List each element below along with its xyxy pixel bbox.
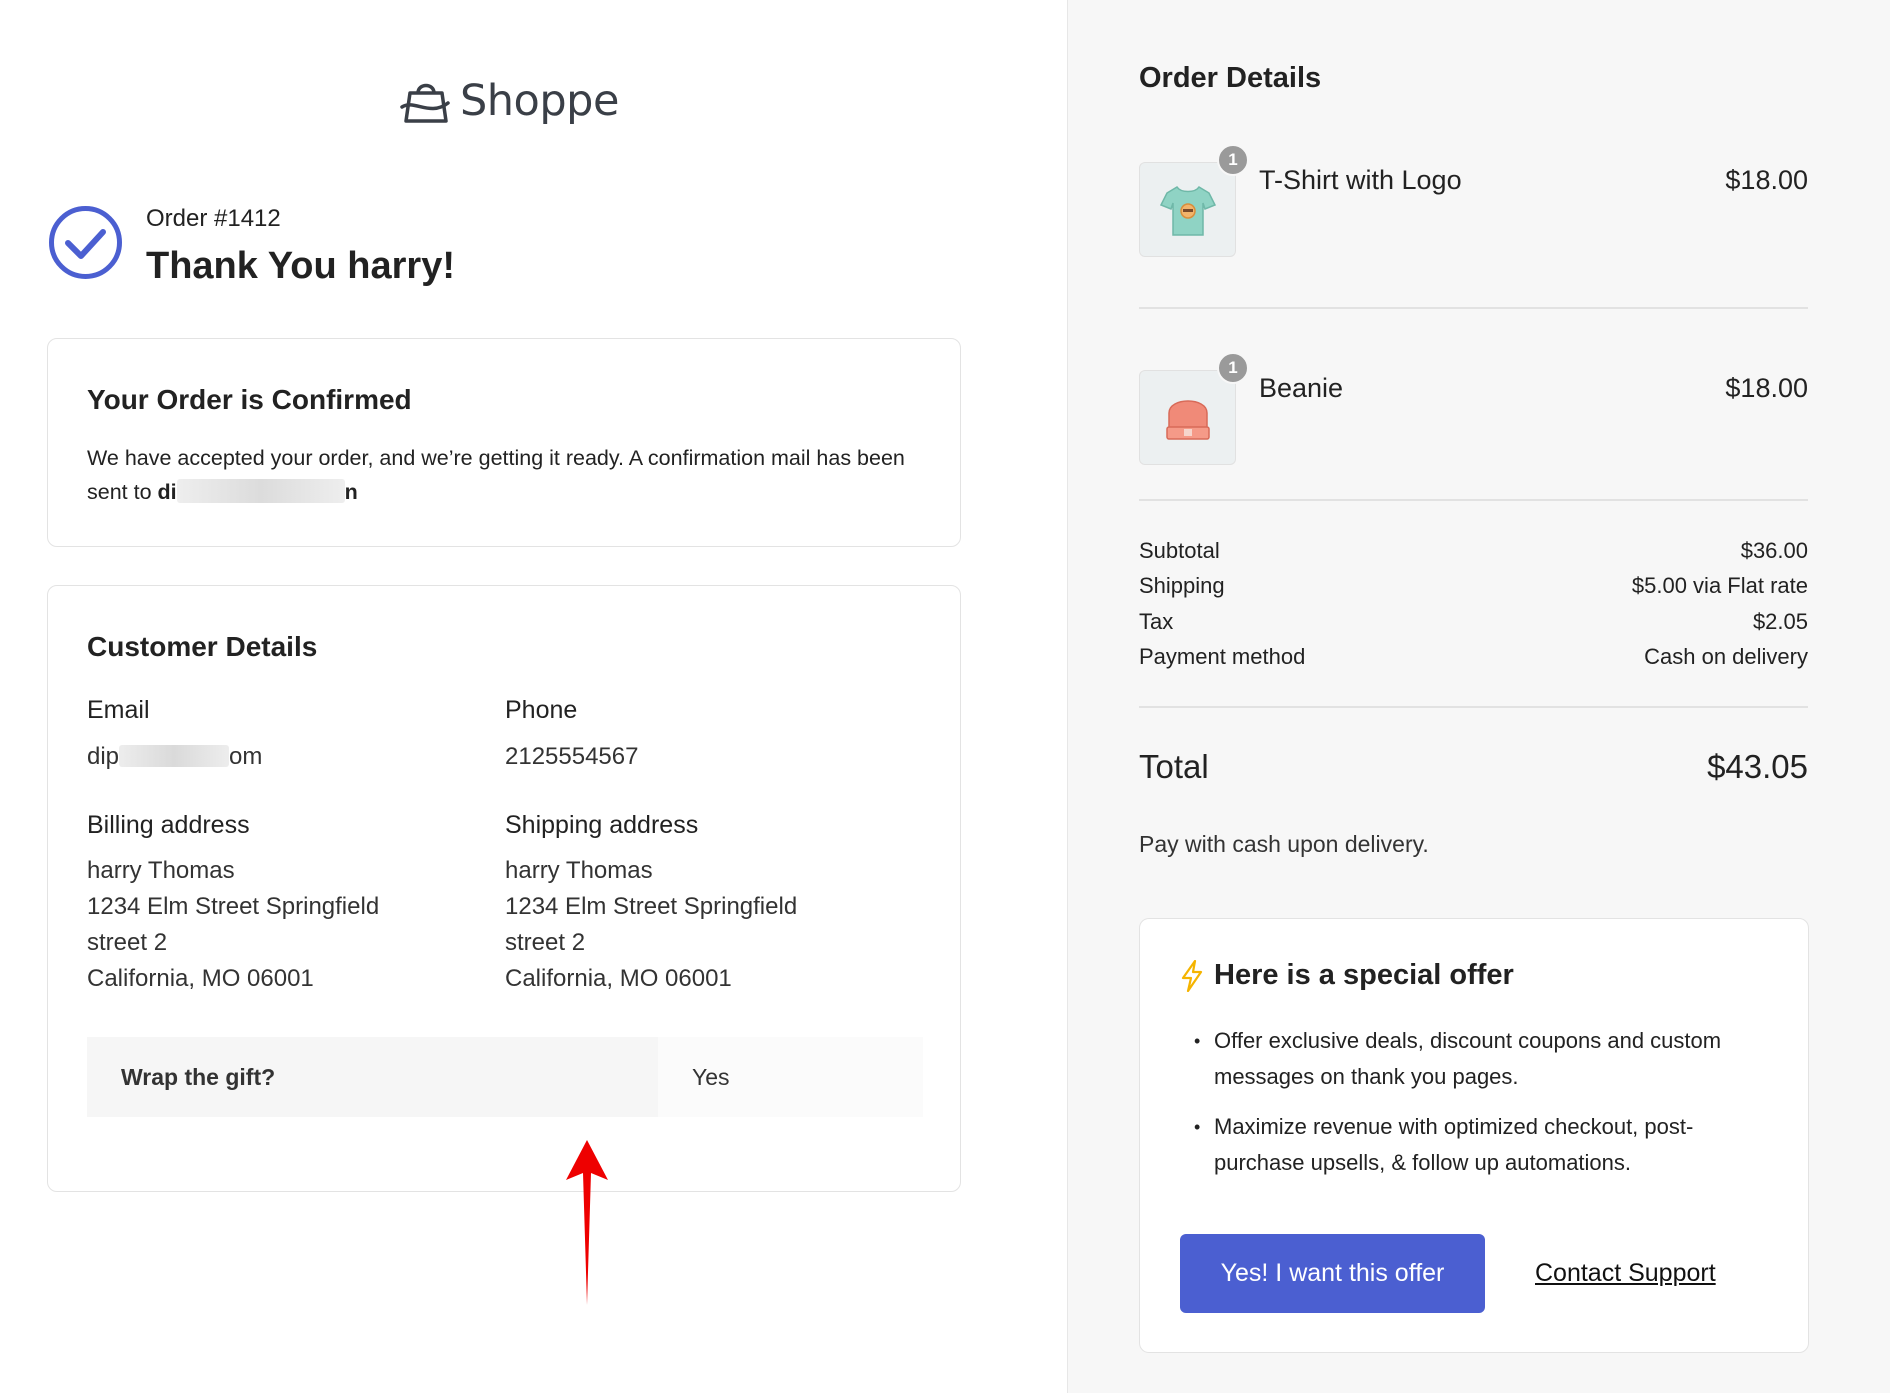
shipping-line: 1234 Elm Street Springfield [505,893,798,920]
offer-bullet: Maximize revenue with optimized checkout… [1180,1109,1760,1181]
summary-label: Subtotal [1139,538,1220,563]
brand-logo[interactable]: Shoppe [400,76,619,126]
red-arrow-annotation [566,1140,608,1305]
divider [1139,307,1808,309]
divider [1139,499,1808,501]
divider [1139,706,1808,708]
check-circle-icon [49,206,122,279]
offer-title-text: Here is a special offer [1214,959,1514,991]
brand-name: Shoppe [460,76,619,126]
item-thumbnail [1139,162,1236,257]
order-confirmed-card: Your Order is Confirmed We have accepted… [47,338,961,547]
item-name: T-Shirt with Logo [1259,165,1462,195]
confirmed-email-start: di [157,480,177,504]
summary-label: Tax [1139,609,1174,634]
summary-label: Payment method [1139,644,1306,669]
summary-value: Cash on delivery [1644,644,1808,669]
billing-line: 1234 Elm Street Springfield [87,893,380,920]
order-number: Order #1412 [146,205,281,232]
shipping-row: Shipping $5.00 via Flat rate [1139,573,1808,599]
order-header: Order #1412 Thank You harry! [48,205,948,305]
confirmed-title: Your Order is Confirmed [87,384,412,415]
shipping-line: California, MO 06001 [505,965,732,992]
confirmed-email-end: n [344,480,358,504]
item-thumbnail [1139,370,1236,465]
tshirt-icon [1159,185,1216,236]
quantity-badge: 1 [1217,352,1249,384]
beanie-icon [1165,399,1210,440]
summary-value: $2.05 [1752,609,1808,634]
special-offer-card: Here is a special offer Offer exclusive … [1139,918,1809,1353]
payment-method-row: Payment method Cash on delivery [1139,644,1808,670]
tax-row: Tax $2.05 [1139,609,1808,635]
billing-line: harry Thomas [87,857,235,884]
left-panel: Shoppe Order #1412 Thank You harry! Your… [0,0,1067,1393]
gift-wrap-question: Wrap the gift? [87,1037,658,1117]
billing-address: harry Thomas 1234 Elm Street Springfield… [87,853,379,997]
payment-note: Pay with cash upon delivery. [1139,831,1429,857]
email-value: dip om [87,739,262,775]
total-value: $43.05 [1707,748,1808,785]
offer-bullet: Offer exclusive deals, discount coupons … [1180,1023,1760,1095]
billing-address-label: Billing address [87,811,250,839]
item-price: $18.00 [1725,165,1808,195]
order-item: 1 T-Shirt with Logo $18.00 [1139,144,1808,262]
item-name: Beanie [1259,373,1344,403]
accept-offer-button[interactable]: Yes! I want this offer [1180,1234,1485,1313]
contact-support-link[interactable]: Contact Support [1535,1259,1716,1288]
email-label: Email [87,696,150,724]
shopping-bag-icon [400,83,450,123]
shipping-line: street 2 [505,929,586,956]
email-value-start: dip [87,743,120,770]
order-item: 1 Beanie $18.00 [1139,352,1808,470]
summary-value: $36.00 [1740,538,1808,563]
email-value-end: om [229,743,263,770]
billing-line: street 2 [87,929,168,956]
customer-details-title: Customer Details [87,631,318,662]
item-price: $18.00 [1725,373,1808,403]
order-details-title: Order Details [1139,62,1322,94]
subtotal-row: Subtotal $36.00 [1139,538,1808,564]
summary-label: Shipping [1139,573,1225,598]
phone-label: Phone [505,696,578,724]
shipping-address: harry Thomas 1234 Elm Street Springfield… [505,853,797,997]
order-details-panel: Order Details 1 T-Shirt with Logo $18.00… [1067,0,1890,1393]
shipping-line: harry Thomas [505,857,653,884]
quantity-badge: 1 [1217,144,1249,176]
redacted-email [176,479,345,503]
total-label: Total [1139,748,1209,785]
billing-line: California, MO 06001 [87,965,314,992]
customer-details-card: Customer Details Email dip om Phone 21255… [47,585,961,1192]
redacted-email [119,745,230,767]
gift-wrap-row: Wrap the gift? Yes [87,1037,923,1117]
offer-title: Here is a special offer [1180,959,1514,992]
lightning-bolt-icon [1181,959,1203,992]
offer-bullets: Offer exclusive deals, discount coupons … [1180,1023,1760,1195]
phone-value: 2125554567 [505,743,639,770]
summary-value: $5.00 via Flat rate [1631,573,1808,598]
shipping-address-label: Shipping address [505,811,699,839]
gift-wrap-answer: Yes [658,1037,923,1117]
thank-you-heading: Thank You harry! [146,245,455,287]
total-row: Total $43.05 [1139,748,1808,786]
confirmed-message: We have accepted your order, and we’re g… [87,441,907,509]
